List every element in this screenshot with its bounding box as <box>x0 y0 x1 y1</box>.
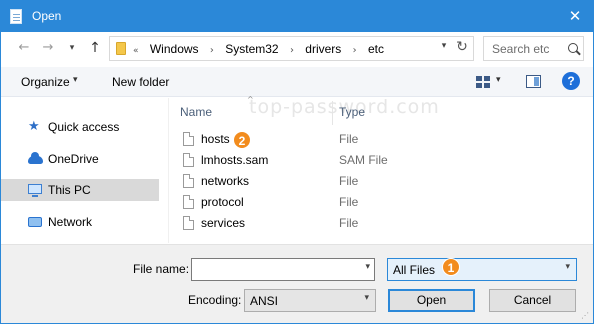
file-list: top-password.com ^ Name Type hosts File … <box>169 95 593 243</box>
encoding-label: Encoding: <box>188 293 242 307</box>
address-bar[interactable]: « Windows › System32 › drivers › etc ▾ ↻ <box>109 36 474 61</box>
chevron-right-icon[interactable]: › <box>353 45 357 56</box>
encoding-value: ANSI <box>250 294 279 308</box>
nav-item-network[interactable]: Network <box>1 211 159 233</box>
file-type: File <box>339 132 359 146</box>
window-title: Open <box>32 9 62 23</box>
nav-item-this-pc[interactable]: This PC <box>1 179 159 201</box>
chevron-right-icon[interactable]: › <box>290 45 294 56</box>
file-icon <box>183 132 194 146</box>
help-icon[interactable]: ? <box>562 72 580 90</box>
preview-pane-icon[interactable] <box>526 75 541 88</box>
refresh-icon[interactable]: ↻ <box>454 39 470 55</box>
file-name: lmhosts.sam <box>201 153 269 167</box>
title-bar[interactable]: Open ✕ <box>1 1 593 32</box>
nav-item-label: This PC <box>48 183 91 197</box>
file-icon <box>183 195 194 209</box>
resize-grip-icon[interactable]: ⋰ <box>581 311 589 320</box>
breadcrumb-windows[interactable]: Windows <box>150 42 199 56</box>
chevron-down-icon[interactable]: ▾ <box>565 262 570 272</box>
file-row-services[interactable]: services File <box>169 213 593 234</box>
file-name: networks <box>201 174 250 188</box>
nav-item-onedrive[interactable]: OneDrive <box>1 148 159 170</box>
chevron-down-icon[interactable]: ▾ <box>365 262 370 272</box>
file-name-label: File name: <box>133 262 190 276</box>
file-type-filter[interactable]: All Files ▾ <box>387 258 577 281</box>
file-type: File <box>339 216 359 230</box>
nav-item-quick-access[interactable]: ★ Quick access <box>1 116 159 138</box>
recent-locations-chevron-icon[interactable]: ▾ <box>64 39 80 57</box>
file-icon <box>183 153 194 167</box>
command-toolbar: Organize ▾ New folder ▾ ? <box>1 67 593 97</box>
overflow-chevron-icon[interactable]: « <box>133 46 139 56</box>
open-button[interactable]: Open <box>388 289 475 312</box>
navigation-pane: ★ Quick access OneDrive This PC Network <box>1 98 161 243</box>
file-type: SAM File <box>339 153 388 167</box>
view-dropdown-icon[interactable]: ▾ <box>496 75 501 85</box>
file-type: File <box>339 174 359 188</box>
organize-dropdown-icon[interactable]: ▾ <box>73 75 78 85</box>
notepad-icon <box>10 9 22 24</box>
folder-icon <box>116 42 126 55</box>
file-icon <box>183 216 194 230</box>
breadcrumb-system32[interactable]: System32 <box>225 42 278 56</box>
open-dialog: Open ✕ ← → ▾ ↑ « Windows › System32 › dr… <box>0 0 594 324</box>
address-dropdown-icon[interactable]: ▾ <box>438 41 450 51</box>
cancel-button[interactable]: Cancel <box>489 289 576 312</box>
file-row-lmhosts[interactable]: lmhosts.sam SAM File <box>169 150 593 171</box>
search-icon <box>568 43 578 53</box>
file-row-networks[interactable]: networks File <box>169 171 593 192</box>
file-name-field[interactable]: ▾ <box>191 258 375 281</box>
breadcrumb: « Windows › System32 › drivers › etc <box>133 42 384 56</box>
file-name: hosts <box>201 132 230 146</box>
up-arrow-icon[interactable]: ↑ <box>87 39 103 57</box>
close-button[interactable]: ✕ <box>563 6 587 26</box>
search-input[interactable]: Search etc <box>483 36 584 61</box>
file-name: services <box>201 216 246 230</box>
file-name: protocol <box>201 195 244 209</box>
nav-item-label: Quick access <box>48 120 120 134</box>
file-icon <box>183 174 194 188</box>
file-type-filter-value: All Files <box>393 263 436 277</box>
network-icon <box>28 217 42 227</box>
breadcrumb-etc[interactable]: etc <box>368 42 384 56</box>
sort-arrow-icon: ^ <box>247 95 254 104</box>
file-row-protocol[interactable]: protocol File <box>169 192 593 213</box>
column-divider[interactable] <box>332 101 333 125</box>
back-arrow-icon[interactable]: ← <box>16 39 32 57</box>
search-placeholder: Search etc <box>492 42 550 56</box>
column-header-name[interactable]: Name <box>180 105 212 119</box>
annotation-badge-2: 2 <box>233 131 251 149</box>
computer-icon <box>28 184 42 197</box>
breadcrumb-drivers[interactable]: drivers <box>305 42 341 56</box>
forward-arrow-icon[interactable]: → <box>40 39 56 57</box>
file-type: File <box>339 195 359 209</box>
chevron-down-icon[interactable]: ▾ <box>364 293 369 303</box>
cloud-icon <box>28 152 43 164</box>
new-folder-button[interactable]: New folder <box>112 75 169 89</box>
nav-item-label: OneDrive <box>48 152 99 166</box>
encoding-select[interactable]: ANSI ▾ <box>244 289 376 312</box>
view-options-icon[interactable] <box>476 76 491 88</box>
organize-button[interactable]: Organize <box>21 75 70 89</box>
bottom-panel: File name: ▾ All Files ▾ 1 Encoding: ANS… <box>1 244 593 323</box>
column-header-type[interactable]: Type <box>339 105 365 119</box>
nav-item-label: Network <box>48 215 93 229</box>
star-icon: ★ <box>28 119 40 134</box>
annotation-badge-1: 1 <box>442 258 460 276</box>
chevron-right-icon[interactable]: › <box>210 45 214 56</box>
